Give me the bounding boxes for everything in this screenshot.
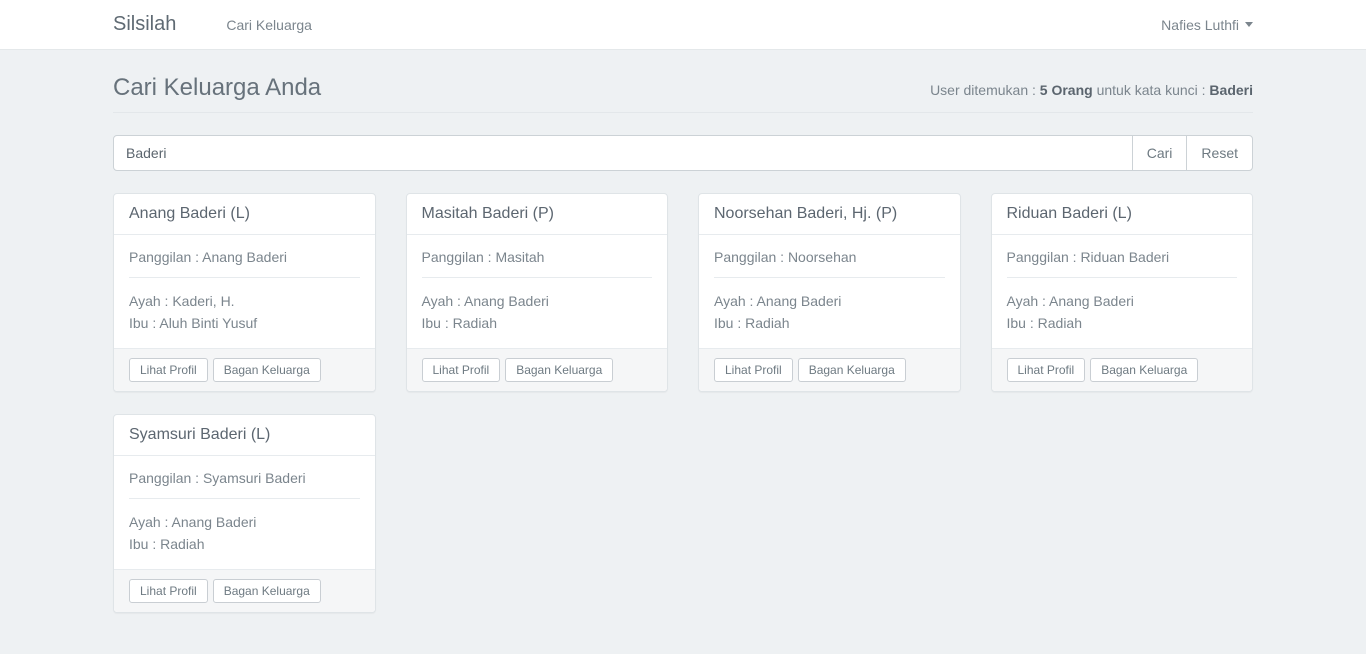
result-middle-text: untuk kata kunci :	[1093, 82, 1210, 98]
person-card-footer: Lihat Profil Bagan Keluarga	[114, 569, 375, 612]
person-card-footer: Lihat Profil Bagan Keluarga	[114, 348, 375, 391]
person-father: Ayah : Anang Baderi	[129, 511, 360, 533]
navbar: Silsilah Cari Keluarga Nafies Luthfi	[0, 0, 1366, 50]
person-card-footer: Lihat Profil Bagan Keluarga	[992, 348, 1253, 391]
nav-item-cari-keluarga[interactable]: Cari Keluarga	[226, 17, 312, 33]
person-father: Ayah : Kaderi, H.	[129, 290, 360, 312]
person-father: Ayah : Anang Baderi	[714, 290, 945, 312]
brand-logo[interactable]: Silsilah	[113, 13, 176, 36]
person-nickname: Panggilan : Noorsehan	[714, 249, 945, 265]
caret-down-icon	[1245, 22, 1253, 27]
lihat-profil-button[interactable]: Lihat Profil	[422, 358, 501, 382]
card-body-divider	[1007, 277, 1238, 278]
card-body-divider	[129, 498, 360, 499]
lihat-profil-button[interactable]: Lihat Profil	[1007, 358, 1086, 382]
bagan-keluarga-button[interactable]: Bagan Keluarga	[1090, 358, 1198, 382]
person-father: Ayah : Anang Baderi	[422, 290, 653, 312]
person-card-title: Masitah Baderi (P)	[407, 194, 668, 235]
person-nickname: Panggilan : Syamsuri Baderi	[129, 470, 360, 486]
person-card-footer: Lihat Profil Bagan Keluarga	[699, 348, 960, 391]
result-count: 5 Orang	[1040, 82, 1093, 98]
person-mother: Ibu : Radiah	[129, 533, 360, 555]
person-card-body: Panggilan : Masitah Ayah : Anang Baderi …	[407, 235, 668, 348]
header-divider	[113, 112, 1253, 113]
person-card-footer: Lihat Profil Bagan Keluarga	[407, 348, 668, 391]
card-body-divider	[129, 277, 360, 278]
person-card: Masitah Baderi (P) Panggilan : Masitah A…	[406, 193, 669, 392]
bagan-keluarga-button[interactable]: Bagan Keluarga	[505, 358, 613, 382]
person-nickname: Panggilan : Masitah	[422, 249, 653, 265]
user-menu-dropdown[interactable]: Nafies Luthfi	[1161, 17, 1253, 33]
card-body-divider	[714, 277, 945, 278]
reset-button[interactable]: Reset	[1186, 135, 1253, 171]
user-menu-label: Nafies Luthfi	[1161, 17, 1239, 33]
person-mother: Ibu : Radiah	[1007, 312, 1238, 334]
lihat-profil-button[interactable]: Lihat Profil	[129, 579, 208, 603]
person-mother: Ibu : Aluh Binti Yusuf	[129, 312, 360, 334]
bagan-keluarga-button[interactable]: Bagan Keluarga	[213, 579, 321, 603]
page-title: Cari Keluarga Anda	[113, 74, 321, 102]
page-header: Cari Keluarga Anda User ditemukan : 5 Or…	[113, 50, 1253, 102]
bagan-keluarga-button[interactable]: Bagan Keluarga	[213, 358, 321, 382]
bagan-keluarga-button[interactable]: Bagan Keluarga	[798, 358, 906, 382]
person-nickname: Panggilan : Anang Baderi	[129, 249, 360, 265]
person-mother: Ibu : Radiah	[714, 312, 945, 334]
lihat-profil-button[interactable]: Lihat Profil	[129, 358, 208, 382]
person-mother: Ibu : Radiah	[422, 312, 653, 334]
person-card-body: Panggilan : Anang Baderi Ayah : Kaderi, …	[114, 235, 375, 348]
results-grid: Anang Baderi (L) Panggilan : Anang Bader…	[113, 193, 1253, 613]
card-body-divider	[422, 277, 653, 278]
search-result-summary: User ditemukan : 5 Orang untuk kata kunc…	[930, 82, 1253, 102]
person-father: Ayah : Anang Baderi	[1007, 290, 1238, 312]
person-card: Syamsuri Baderi (L) Panggilan : Syamsuri…	[113, 414, 376, 613]
person-card-body: Panggilan : Noorsehan Ayah : Anang Bader…	[699, 235, 960, 348]
cari-button[interactable]: Cari	[1132, 135, 1188, 171]
lihat-profil-button[interactable]: Lihat Profil	[714, 358, 793, 382]
person-card-body: Panggilan : Riduan Baderi Ayah : Anang B…	[992, 235, 1253, 348]
person-card-title: Noorsehan Baderi, Hj. (P)	[699, 194, 960, 235]
person-card: Riduan Baderi (L) Panggilan : Riduan Bad…	[991, 193, 1254, 392]
person-card-body: Panggilan : Syamsuri Baderi Ayah : Anang…	[114, 456, 375, 569]
search-input[interactable]	[113, 135, 1133, 171]
search-form: Cari Reset	[113, 135, 1253, 171]
person-nickname: Panggilan : Riduan Baderi	[1007, 249, 1238, 265]
person-card-title: Anang Baderi (L)	[114, 194, 375, 235]
person-card: Noorsehan Baderi, Hj. (P) Panggilan : No…	[698, 193, 961, 392]
result-keyword: Baderi	[1209, 82, 1253, 98]
result-prefix-text: User ditemukan :	[930, 82, 1040, 98]
person-card: Anang Baderi (L) Panggilan : Anang Bader…	[113, 193, 376, 392]
person-card-title: Syamsuri Baderi (L)	[114, 415, 375, 456]
person-card-title: Riduan Baderi (L)	[992, 194, 1253, 235]
